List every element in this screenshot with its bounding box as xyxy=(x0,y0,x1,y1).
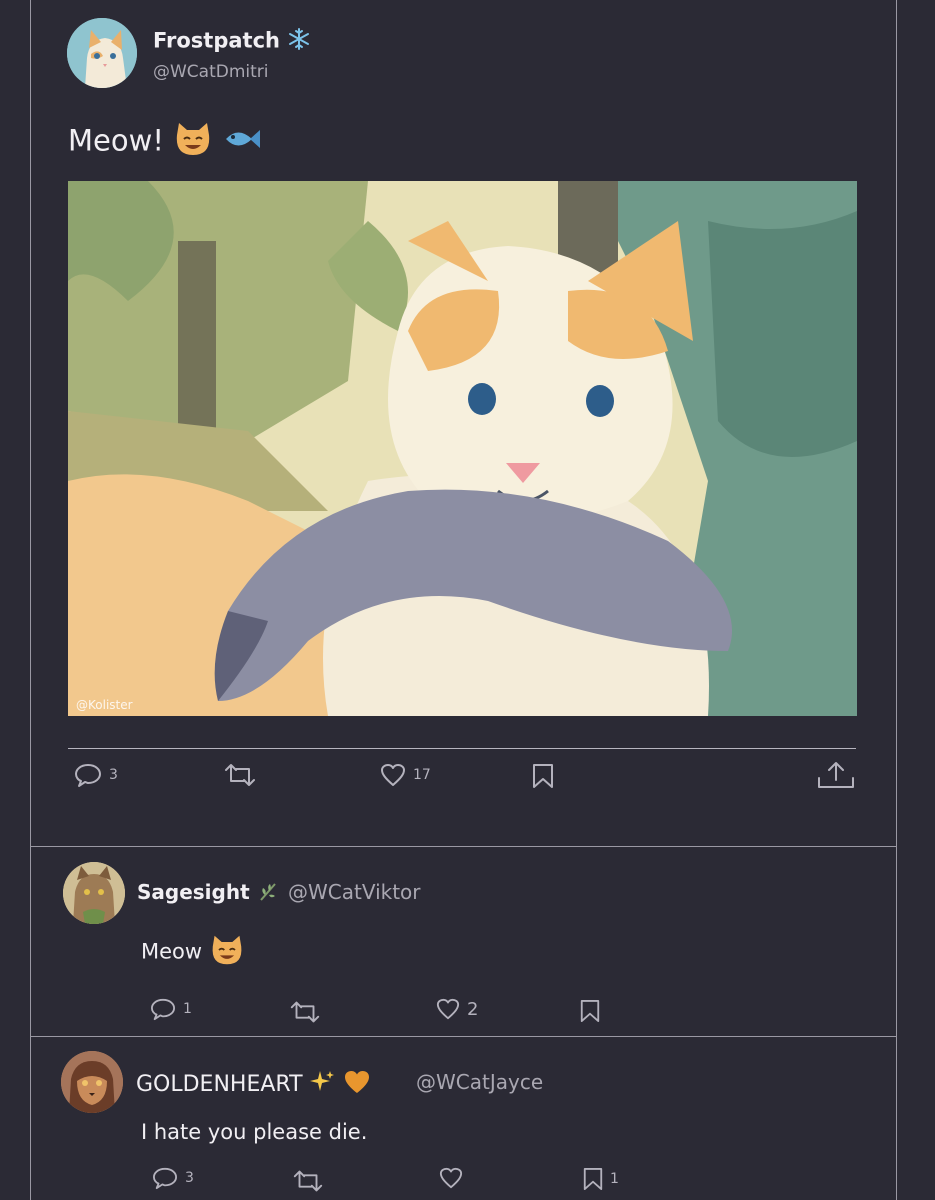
retweet-icon xyxy=(290,1001,320,1023)
bookmark-button[interactable] xyxy=(531,762,555,790)
reply-button[interactable]: 3 xyxy=(151,1166,194,1190)
retweet-icon xyxy=(225,764,255,786)
comment-icon xyxy=(153,1167,178,1190)
reply-handle[interactable]: @WCatJayce xyxy=(416,1070,543,1094)
bookmark-button[interactable] xyxy=(579,998,601,1024)
like-count: 2 xyxy=(467,998,479,1020)
cat-avatar-icon xyxy=(61,1051,123,1113)
herb-icon xyxy=(257,880,279,907)
like-button[interactable]: 17 xyxy=(379,762,431,788)
orange-heart-icon xyxy=(343,1069,371,1101)
bookmark-icon xyxy=(580,1000,600,1022)
bookmark-icon xyxy=(583,1168,603,1191)
retweet-button[interactable] xyxy=(222,762,258,788)
heart-icon xyxy=(439,1167,463,1189)
retweet-button[interactable] xyxy=(288,999,322,1025)
fish-icon xyxy=(222,124,262,161)
bookmark-count: 1 xyxy=(610,1171,619,1187)
reply-display-name: GOLDENHEART xyxy=(136,1069,371,1101)
image-watermark: @Kolister xyxy=(76,698,133,712)
bookmark-icon xyxy=(533,764,553,788)
reply-count: 3 xyxy=(185,1170,194,1186)
cat-smile-icon xyxy=(173,121,213,164)
avatar[interactable] xyxy=(63,862,125,924)
reply-button[interactable]: 3 xyxy=(73,762,118,788)
comment-icon xyxy=(75,764,101,787)
cat-avatar-icon xyxy=(63,862,125,924)
frame-right-border xyxy=(896,0,897,1200)
post-image[interactable]: @Kolister xyxy=(68,181,857,716)
cat-smile-icon xyxy=(209,934,245,971)
post-divider xyxy=(68,748,856,749)
bookmark-button[interactable]: 1 xyxy=(582,1166,619,1192)
like-count: 17 xyxy=(413,767,431,783)
retweet-button[interactable] xyxy=(291,1168,325,1194)
share-icon xyxy=(818,762,854,788)
retweet-icon xyxy=(293,1170,323,1192)
reply-handle[interactable]: @WCatViktor xyxy=(288,880,421,904)
heart-icon xyxy=(381,764,405,786)
author-handle[interactable]: @WCatDmitri xyxy=(153,62,269,82)
share-button[interactable] xyxy=(816,760,856,790)
cat-with-fish-illustration: @Kolister xyxy=(68,181,857,716)
like-button[interactable]: 2 xyxy=(435,997,478,1021)
section-divider xyxy=(30,1036,897,1037)
frame-left-border xyxy=(30,0,31,1200)
avatar[interactable] xyxy=(67,18,137,88)
section-divider xyxy=(30,846,897,847)
reply-button[interactable]: 1 xyxy=(149,997,192,1021)
heart-icon xyxy=(436,998,460,1020)
reply-count: 1 xyxy=(183,1001,192,1017)
reply-text: I hate you please die. xyxy=(141,1120,368,1144)
author-display-name[interactable]: Frostpatch xyxy=(153,27,311,56)
snowflake-icon xyxy=(287,27,311,56)
reply-display-name-text[interactable]: GOLDENHEART xyxy=(136,1072,303,1097)
sparkles-icon xyxy=(309,1069,336,1101)
post-text: Meow! xyxy=(68,121,262,164)
reply-count: 3 xyxy=(109,767,118,783)
cat-avatar-icon xyxy=(67,18,137,88)
reply-display-name[interactable]: Sagesight xyxy=(137,880,279,907)
comment-icon xyxy=(151,998,176,1021)
like-button[interactable] xyxy=(438,1166,464,1190)
reply-text: Meow xyxy=(141,934,245,971)
avatar[interactable] xyxy=(61,1051,123,1113)
